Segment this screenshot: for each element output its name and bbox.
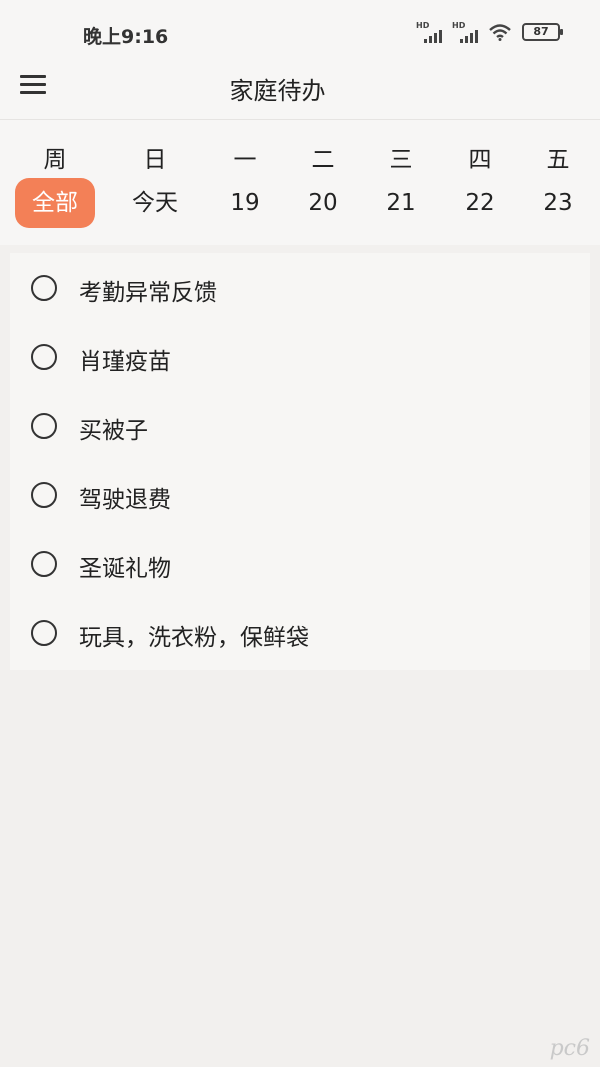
todo-list: 考勤异常反馈 肖瑾疫苗 买被子 驾驶退费 圣诞礼物 玩具，洗衣粉，保鲜袋: [10, 253, 590, 670]
todo-item[interactable]: 玩具，洗衣粉，保鲜袋: [10, 598, 590, 667]
radio-circle-icon[interactable]: [31, 275, 57, 301]
cellular-signal-icon: HD: [416, 21, 442, 43]
date-button[interactable]: 19: [205, 178, 285, 228]
watermark-logo: pc6: [549, 1036, 590, 1061]
weekday-label: 二: [311, 147, 335, 173]
date-button[interactable]: 20: [283, 178, 363, 228]
date-button[interactable]: 22: [440, 178, 520, 228]
radio-circle-icon[interactable]: [31, 482, 57, 508]
date-button[interactable]: 23: [518, 178, 598, 228]
app-bar: 家庭待办: [0, 64, 600, 120]
status-icons: HD HD 87: [416, 21, 563, 43]
todo-label: 玩具，洗衣粉，保鲜袋: [79, 625, 309, 651]
todo-item[interactable]: 考勤异常反馈: [10, 253, 590, 322]
todo-label: 肖瑾疫苗: [79, 349, 171, 375]
cellular-signal-icon-2: HD: [452, 21, 478, 43]
page-title: 家庭待办: [229, 77, 326, 105]
date-button[interactable]: 21: [361, 178, 441, 228]
weekday-label: 五: [546, 147, 570, 173]
todo-label: 驾驶退费: [79, 487, 171, 513]
todo-item[interactable]: 驾驶退费: [10, 460, 590, 529]
week-calendar: 周 日 一 二 三 四 五 全部 今天 19 20 21 22 23: [0, 120, 600, 245]
radio-circle-icon[interactable]: [31, 413, 57, 439]
date-all-button[interactable]: 全部: [15, 178, 95, 228]
todo-item[interactable]: 买被子: [10, 391, 590, 460]
todo-label: 考勤异常反馈: [79, 280, 217, 306]
status-bar: 晚上9:16 HD HD 87: [0, 0, 600, 64]
radio-circle-icon[interactable]: [31, 344, 57, 370]
weekday-label: 三: [389, 147, 413, 173]
status-time: 晚上9:16: [83, 26, 169, 48]
date-today-button[interactable]: 今天: [115, 178, 195, 228]
radio-circle-icon[interactable]: [31, 620, 57, 646]
todo-item[interactable]: 圣诞礼物: [10, 529, 590, 598]
weekday-label: 四: [468, 147, 492, 173]
weekday-label: 一: [233, 147, 257, 173]
todo-label: 买被子: [79, 418, 148, 444]
battery-icon: 87: [522, 23, 563, 41]
radio-circle-icon[interactable]: [31, 551, 57, 577]
weekday-label: 周: [43, 147, 67, 173]
wifi-icon: [489, 24, 511, 41]
todo-label: 圣诞礼物: [79, 556, 171, 582]
todo-item[interactable]: 肖瑾疫苗: [10, 322, 590, 391]
weekday-label: 日: [143, 147, 167, 173]
